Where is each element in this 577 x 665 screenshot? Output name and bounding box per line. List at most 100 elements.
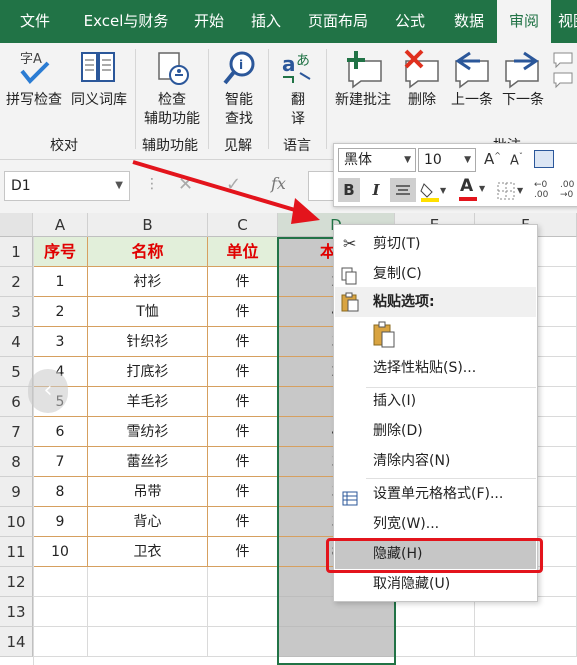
tab-view[interactable]: 视图: [558, 0, 577, 43]
table-cell[interactable]: 件: [208, 357, 278, 387]
table-header-cell[interactable]: 序号: [33, 237, 88, 267]
row-header[interactable]: 12: [0, 567, 33, 597]
table-cell[interactable]: 件: [208, 297, 278, 327]
table-cell[interactable]: 衬衫: [88, 267, 208, 297]
fill-color-button[interactable]: ▼: [420, 180, 448, 202]
tab-insert[interactable]: 插入: [240, 0, 292, 43]
row-header[interactable]: 8: [0, 447, 33, 477]
menu-item-unhide[interactable]: 取消隐藏(U): [335, 569, 536, 599]
table-cell[interactable]: 件: [208, 537, 278, 567]
table-cell[interactable]: 10: [33, 537, 88, 567]
row-header[interactable]: 7: [0, 417, 33, 447]
show-comments-icon[interactable]: [552, 51, 574, 91]
empty-cell[interactable]: [33, 567, 88, 597]
decrease-font-icon[interactable]: Aˇ: [510, 152, 523, 168]
menu-item-insert[interactable]: 插入(I): [335, 386, 536, 416]
table-cell[interactable]: 9: [33, 507, 88, 537]
table-cell[interactable]: 3: [33, 327, 88, 357]
menu-item-cut[interactable]: ✂ 剪切(T): [335, 229, 536, 259]
table-cell[interactable]: 件: [208, 447, 278, 477]
column-header-a[interactable]: A: [33, 213, 88, 237]
table-cell[interactable]: 8: [33, 477, 88, 507]
empty-cell[interactable]: [395, 627, 475, 657]
empty-cell[interactable]: [208, 597, 278, 627]
tab-formulas[interactable]: 公式: [384, 0, 436, 43]
empty-cell[interactable]: [88, 567, 208, 597]
table-header-cell[interactable]: 单位: [208, 237, 278, 267]
align-center-button[interactable]: [390, 178, 416, 202]
empty-cell[interactable]: [88, 597, 208, 627]
row-header[interactable]: 9: [0, 477, 33, 507]
menu-item-format-cells[interactable]: 设置单元格格式(F)...: [335, 479, 536, 509]
table-cell[interactable]: 件: [208, 387, 278, 417]
menu-item-delete[interactable]: 删除(D): [335, 416, 536, 446]
table-cell[interactable]: 背心: [88, 507, 208, 537]
previous-comment-button[interactable]: 上一条: [447, 91, 497, 110]
table-cell[interactable]: T恤: [88, 297, 208, 327]
tab-data[interactable]: 数据: [443, 0, 495, 43]
row-header[interactable]: 4: [0, 327, 33, 357]
empty-cell[interactable]: [33, 597, 88, 627]
table-cell[interactable]: 1: [33, 267, 88, 297]
menu-item-column-width[interactable]: 列宽(W)...: [335, 509, 536, 539]
table-cell[interactable]: 打底衫: [88, 357, 208, 387]
table-cell[interactable]: 6: [33, 417, 88, 447]
table-cell[interactable]: 雪纺衫: [88, 417, 208, 447]
row-header[interactable]: 11: [0, 537, 33, 567]
borders-button[interactable]: ▼: [496, 180, 526, 202]
thesaurus-button[interactable]: 同义词库: [67, 91, 131, 110]
menu-item-copy[interactable]: 复制(C): [335, 259, 536, 289]
bold-button[interactable]: B: [338, 178, 360, 202]
name-box[interactable]: D1 ▼: [4, 171, 130, 201]
font-size-select[interactable]: 10 ▼: [418, 148, 476, 172]
row-header[interactable]: 2: [0, 267, 33, 297]
tab-excel-finance[interactable]: Excel与财务: [76, 0, 176, 43]
translate-button[interactable]: 翻 译: [278, 91, 318, 129]
number-format-icon[interactable]: [534, 150, 554, 168]
table-cell[interactable]: 羊毛衫: [88, 387, 208, 417]
table-cell[interactable]: 件: [208, 267, 278, 297]
check-accessibility-button[interactable]: 检查 辅助功能: [140, 91, 204, 129]
empty-cell[interactable]: [208, 567, 278, 597]
row-header[interactable]: 10: [0, 507, 33, 537]
table-cell[interactable]: 件: [208, 417, 278, 447]
row-header[interactable]: 1: [0, 237, 33, 267]
table-cell[interactable]: 7: [33, 447, 88, 477]
increase-decimal-icon[interactable]: ←0.00: [534, 180, 558, 202]
row-header[interactable]: 14: [0, 627, 33, 657]
empty-cell[interactable]: [88, 627, 208, 657]
table-cell[interactable]: 2: [33, 297, 88, 327]
row-header[interactable]: 13: [0, 597, 33, 627]
increase-font-icon[interactable]: A^: [484, 150, 501, 168]
decrease-decimal-icon[interactable]: .00 →0: [560, 180, 577, 202]
table-cell[interactable]: 蕾丝衫: [88, 447, 208, 477]
font-name-select[interactable]: 黑体 ▼: [338, 148, 416, 172]
empty-cell[interactable]: [208, 627, 278, 657]
table-cell[interactable]: 吊带: [88, 477, 208, 507]
row-header[interactable]: 3: [0, 297, 33, 327]
tab-file[interactable]: 文件: [6, 0, 64, 43]
table-cell[interactable]: 件: [208, 327, 278, 357]
delete-comment-button[interactable]: 删除: [400, 91, 444, 110]
tab-page-layout[interactable]: 页面布局: [300, 0, 376, 43]
empty-cell[interactable]: [278, 627, 395, 657]
new-comment-button[interactable]: 新建批注: [331, 91, 395, 110]
smart-lookup-button[interactable]: 智能 查找: [214, 91, 264, 129]
select-all-corner[interactable]: [0, 213, 33, 237]
empty-cell[interactable]: [475, 627, 577, 657]
table-cell[interactable]: 件: [208, 477, 278, 507]
table-header-cell[interactable]: 名称: [88, 237, 208, 267]
table-cell[interactable]: 针织衫: [88, 327, 208, 357]
scroll-left-button[interactable]: ‹: [28, 369, 68, 413]
next-comment-button[interactable]: 下一条: [498, 91, 548, 110]
menu-item-paste-special[interactable]: 选择性粘贴(S)...: [335, 353, 536, 383]
tab-review[interactable]: 审阅: [497, 0, 551, 43]
table-cell[interactable]: 卫衣: [88, 537, 208, 567]
table-cell[interactable]: 件: [208, 507, 278, 537]
paste-button[interactable]: [372, 321, 398, 349]
menu-item-clear-contents[interactable]: 清除内容(N): [335, 446, 536, 476]
font-color-button[interactable]: A ▼: [458, 176, 486, 204]
tab-home[interactable]: 开始: [183, 0, 235, 43]
italic-button[interactable]: I: [366, 178, 386, 202]
spelling-button[interactable]: 拼写检查: [2, 91, 66, 110]
